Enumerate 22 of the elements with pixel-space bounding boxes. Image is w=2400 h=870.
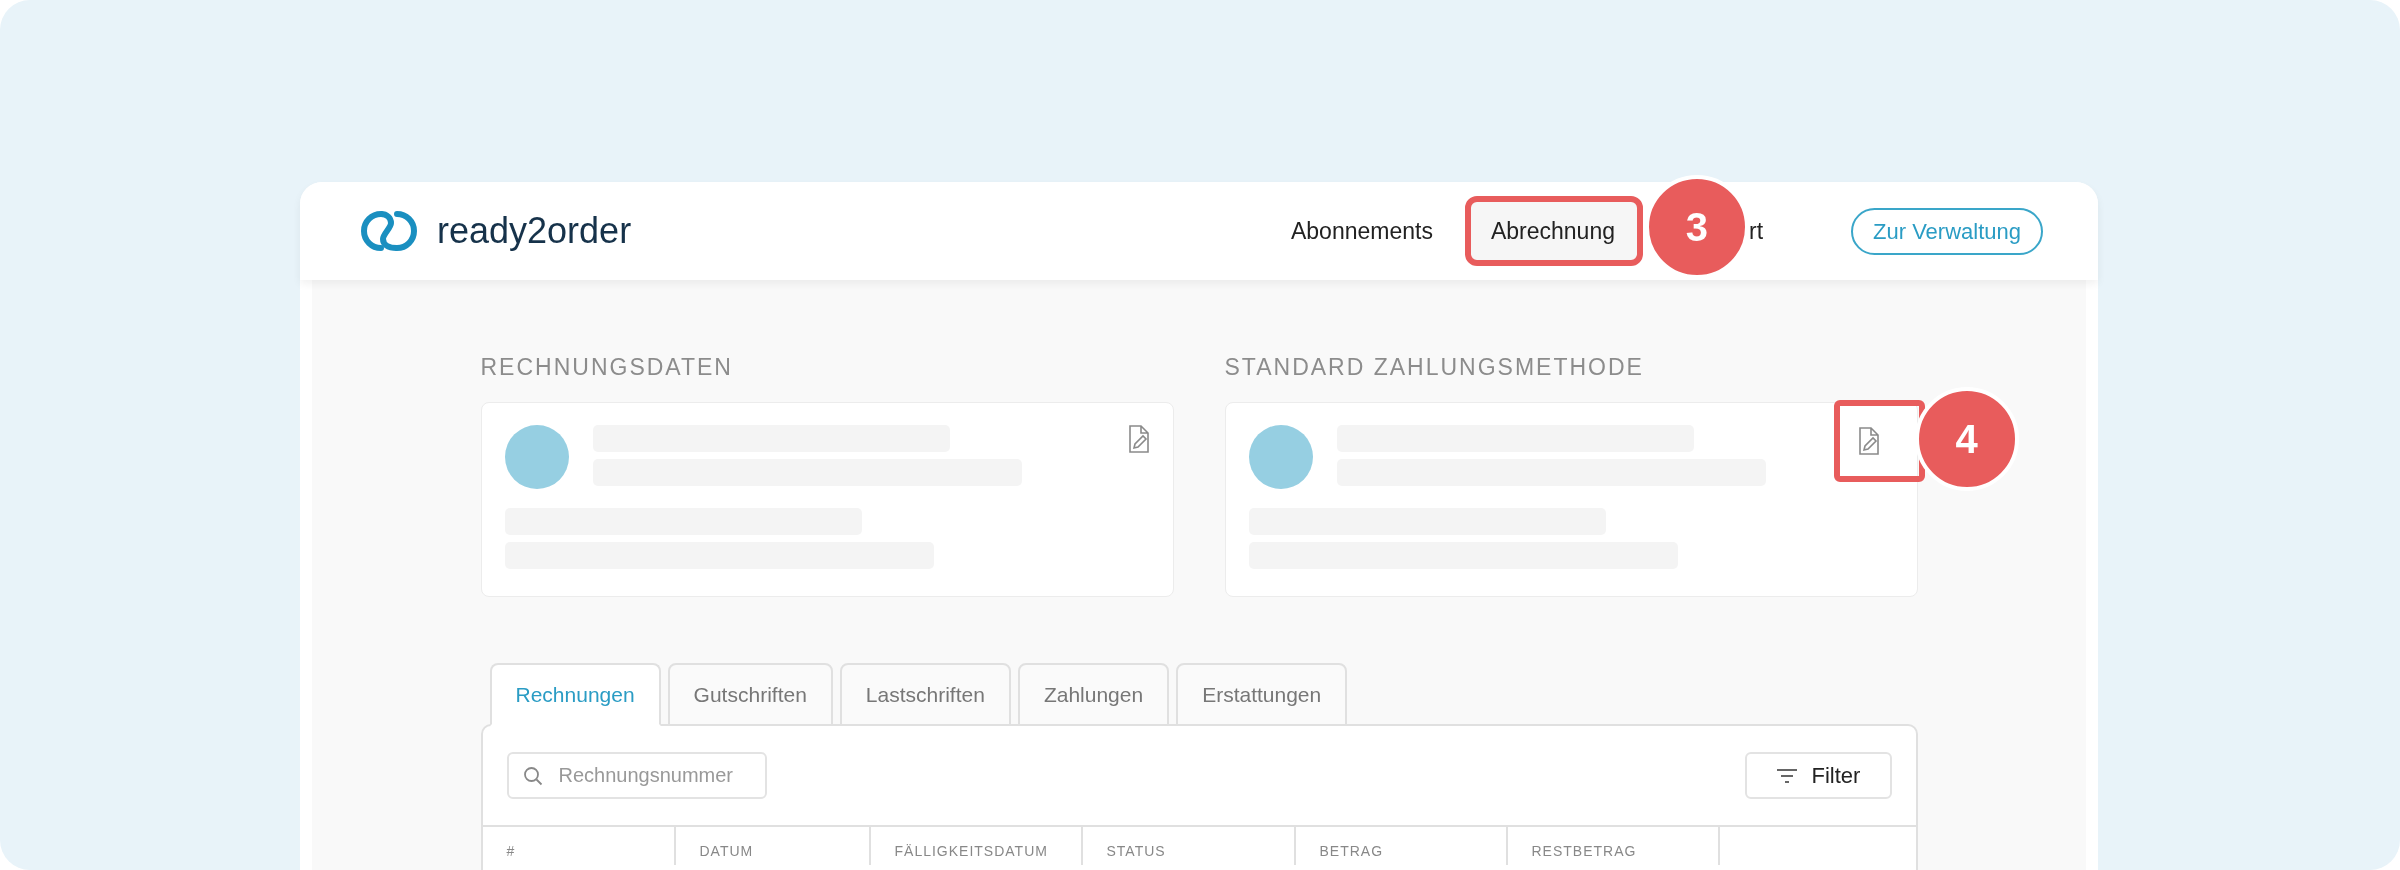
- zur-verwaltung-button[interactable]: Zur Verwaltung: [1851, 207, 2043, 255]
- column-header: STATUS: [1106, 843, 1166, 859]
- column-header: #: [506, 843, 516, 859]
- nav-link[interactable]: rt: [1748, 201, 1764, 261]
- search-icon: [522, 766, 543, 786]
- tab[interactable]: Rechnungen: [489, 663, 661, 726]
- section-heading: STANDARD ZAHLUNGSMETHODE: [1224, 353, 1645, 380]
- tab[interactable]: Erstattungen: [1176, 663, 1348, 726]
- section-heading: RECHNUNGSDATEN: [480, 353, 734, 380]
- step-number-badge: 4: [1914, 387, 2019, 491]
- column-header: DATUM: [699, 843, 754, 859]
- tab[interactable]: Lastschriften: [839, 663, 1011, 726]
- filter-button[interactable]: Filter: [1744, 752, 1892, 799]
- nav-link[interactable]: Abonnements: [1291, 201, 1433, 261]
- tab[interactable]: Zahlungen: [1017, 663, 1170, 726]
- search-field[interactable]: Rechnungsnummer: [506, 752, 767, 799]
- column-header: RESTBETRAG: [1531, 843, 1637, 859]
- logo-text: ready2order: [437, 209, 632, 253]
- column-header: FÄLLIGKEITSDATUM: [894, 843, 1048, 859]
- column-header: BETRAG: [1319, 843, 1384, 859]
- tab[interactable]: Gutschriften: [667, 663, 833, 726]
- filter-icon: [1775, 767, 1798, 784]
